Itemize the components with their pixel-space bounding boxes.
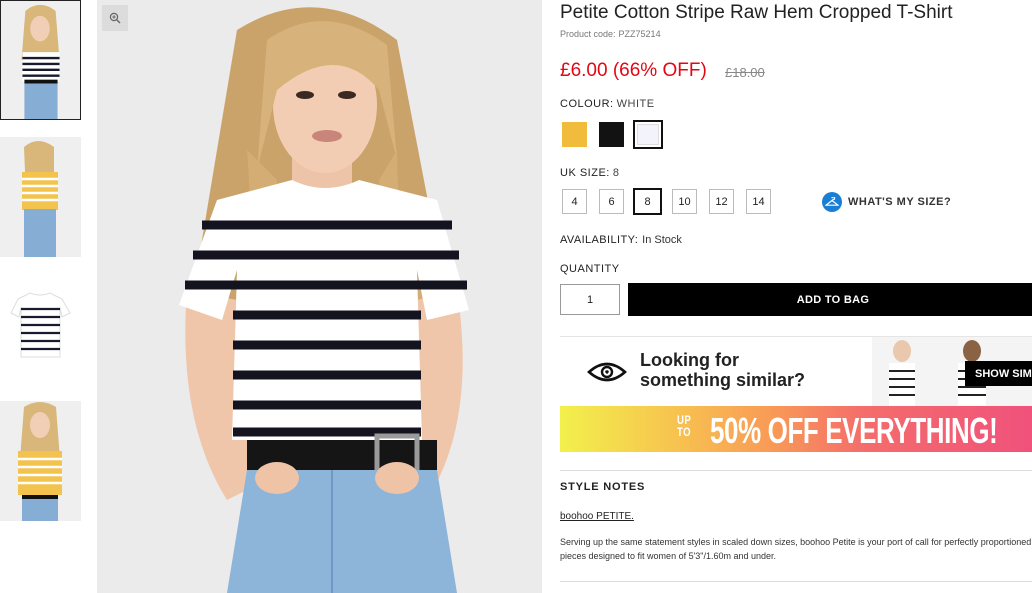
product-title: Petite Cotton Stripe Raw Hem Cropped T-S… [560, 2, 953, 23]
style-notes-description: Serving up the same statement styles in … [560, 537, 1032, 561]
availability-label: AVAILABILITY: [560, 234, 639, 246]
divider [560, 470, 1032, 471]
divider [560, 581, 1032, 582]
colour-label: COLOUR: [560, 98, 614, 110]
zoom-button[interactable] [102, 5, 128, 31]
size-option-14[interactable]: 14 [746, 189, 771, 214]
promo-text: 50% OFF EVERYTHING! [710, 410, 998, 451]
magnifier-icon [109, 12, 121, 24]
size-option-4[interactable]: 4 [562, 189, 587, 214]
colour-label-row: COLOUR: WHITE [560, 98, 655, 110]
swatch-black[interactable] [599, 122, 624, 147]
main-product-image[interactable] [97, 0, 542, 593]
add-to-bag-button[interactable]: ADD TO BAG [628, 283, 1032, 316]
availability-row: AVAILABILITY: In Stock [560, 234, 682, 246]
similar-text: Looking for something similar? [640, 350, 805, 390]
size-options: 4 6 8 10 12 14 [560, 188, 780, 215]
similar-line-1: Looking for [640, 350, 739, 370]
similar-items-banner[interactable]: Looking for something similar? SHOW SIM [560, 336, 1032, 406]
size-label-row: UK SIZE: 8 [560, 167, 619, 179]
promo-prefix: UP TO [677, 414, 691, 438]
promo-banner[interactable]: UP TO 50% OFF EVERYTHING! [560, 406, 1032, 452]
size-option-10[interactable]: 10 [672, 189, 697, 214]
eye-icon [587, 362, 627, 382]
style-notes-brand-link[interactable]: boohoo PETITE. [560, 511, 634, 522]
sale-price: £6.00 (66% OFF) [560, 60, 707, 81]
original-price: £18.00 [725, 65, 765, 80]
product-code: Product code: PZZ75214 [560, 29, 661, 39]
thumbnail-mustard[interactable] [0, 401, 81, 521]
swatch-mustard[interactable] [562, 122, 587, 147]
quantity-input[interactable] [560, 284, 620, 315]
product-code-value: PZZ75214 [618, 29, 661, 39]
promo-prefix-bottom: TO [677, 425, 691, 439]
thumbnail-back[interactable] [0, 137, 81, 257]
thumbnail-front[interactable] [0, 0, 81, 120]
availability-value: In Stock [642, 234, 682, 246]
size-label: UK SIZE: [560, 167, 610, 179]
colour-swatches [560, 120, 670, 149]
colour-selected: WHITE [616, 98, 655, 110]
whats-my-size-label: WHAT'S MY SIZE? [848, 196, 952, 208]
size-selected: 8 [612, 167, 620, 179]
whats-my-size-link[interactable]: WHAT'S MY SIZE? [822, 192, 951, 212]
swatch-white-fill [637, 124, 659, 145]
swatch-white[interactable] [633, 120, 663, 149]
product-code-label: Product code: [560, 29, 616, 39]
similar-line-2: something similar? [640, 370, 806, 390]
quantity-label: QUANTITY [560, 263, 620, 275]
thumbnail-flatlay[interactable] [0, 269, 81, 389]
style-notes-heading: STYLE NOTES [560, 481, 646, 493]
size-option-8[interactable]: 8 [633, 188, 662, 215]
hanger-icon [822, 192, 842, 212]
size-option-6[interactable]: 6 [599, 189, 624, 214]
size-option-12[interactable]: 12 [709, 189, 734, 214]
show-similar-button[interactable]: SHOW SIM [965, 361, 1032, 386]
